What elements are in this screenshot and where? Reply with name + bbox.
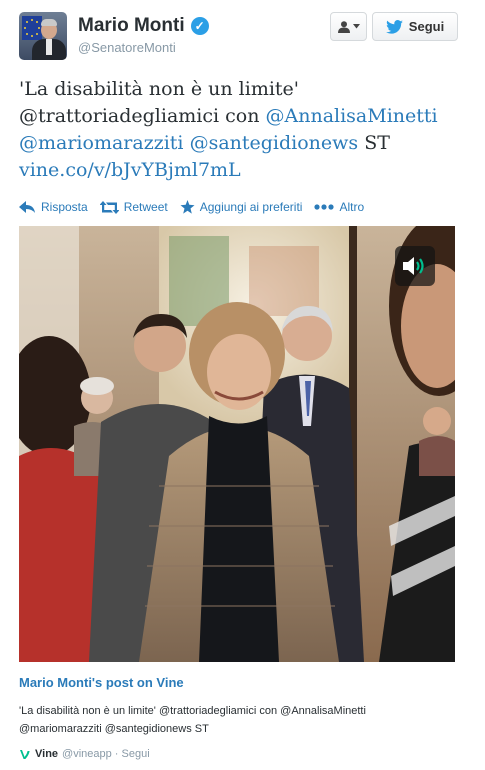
card-attribution: Vine @vineapp · Segui [19,748,150,760]
card-description: 'La disabilità non è un limite' @trattor… [19,702,459,738]
retweet-icon [99,200,119,214]
speaker-icon [403,257,424,275]
tweet-st: ST [364,132,390,154]
user-icon [338,20,350,33]
tweet-text: 'La disabilità non è un limite' @trattor… [19,76,469,184]
card-desc-line-2: @mariomarazziti @santegidionews ST [19,723,209,735]
vine-link[interactable]: vine.co/v/bJvYBjml7mL [19,159,241,181]
mention-santegidionews-link[interactable]: @santegidionews [190,132,359,154]
tweet-line-3: @mariomarazziti @santegidionews ST [19,130,469,157]
card-desc-line-1: 'La disabilità non è un limite' @trattor… [19,705,366,717]
video-frame [19,226,455,662]
tweet-mention-trattoria: @trattoriadegliamici con [19,105,266,127]
avatar[interactable] [19,12,67,60]
caret-down-icon [353,24,360,29]
vine-video-player[interactable] [19,226,455,662]
follow-label: Segui [408,19,445,34]
vine-account-handle-follow[interactable]: @vineapp · Segui [62,748,150,760]
retweet-action[interactable]: Retweet [99,200,168,214]
more-dots-icon [314,204,335,210]
user-actions-button[interactable] [330,12,367,41]
tweet-line-2: @trattoriadegliamici con @AnnalisaMinett… [19,103,469,130]
mention-mariomarazziti-link[interactable]: @mariomarazziti [19,132,184,154]
reply-label: Risposta [41,200,88,214]
author-handle[interactable]: @SenatoreMonti [78,40,176,55]
tweet-line-1: 'La disabilità non è un limite' [19,76,469,103]
more-label: Altro [339,200,365,214]
twitter-bird-icon [385,19,403,34]
card-title-link[interactable]: Mario Monti's post on Vine [19,675,184,690]
favorite-action[interactable]: Aggiungi ai preferiti [180,200,303,214]
mention-annalisaminetti-link[interactable]: @AnnalisaMinetti [266,105,438,127]
author-name[interactable]: Mario Monti [78,15,185,37]
more-action[interactable]: Altro [314,200,364,214]
vine-logo-icon [20,750,30,759]
tweet-line-4: vine.co/v/bJvYBjml7mL [19,157,469,184]
verified-badge-icon: ✓ [190,17,209,35]
sound-toggle-button[interactable] [395,246,435,286]
tweet-actions: Risposta Retweet Aggiungi ai preferiti A… [19,198,376,216]
star-icon [180,200,195,214]
retweet-label: Retweet [123,200,168,214]
tweet-header: Mario Monti ✓ @SenatoreMonti Segui [19,12,465,62]
reply-icon [19,200,35,213]
vine-account-name[interactable]: Vine [35,748,58,760]
author-name-row[interactable]: Mario Monti ✓ [78,15,209,37]
reply-action[interactable]: Risposta [19,200,88,214]
favorite-label: Aggiungi ai preferiti [199,200,303,214]
tweet-quote: 'La disabilità non è un limite' [19,78,300,100]
follow-button[interactable]: Segui [372,12,458,41]
eu-flag-graphic [22,16,42,40]
